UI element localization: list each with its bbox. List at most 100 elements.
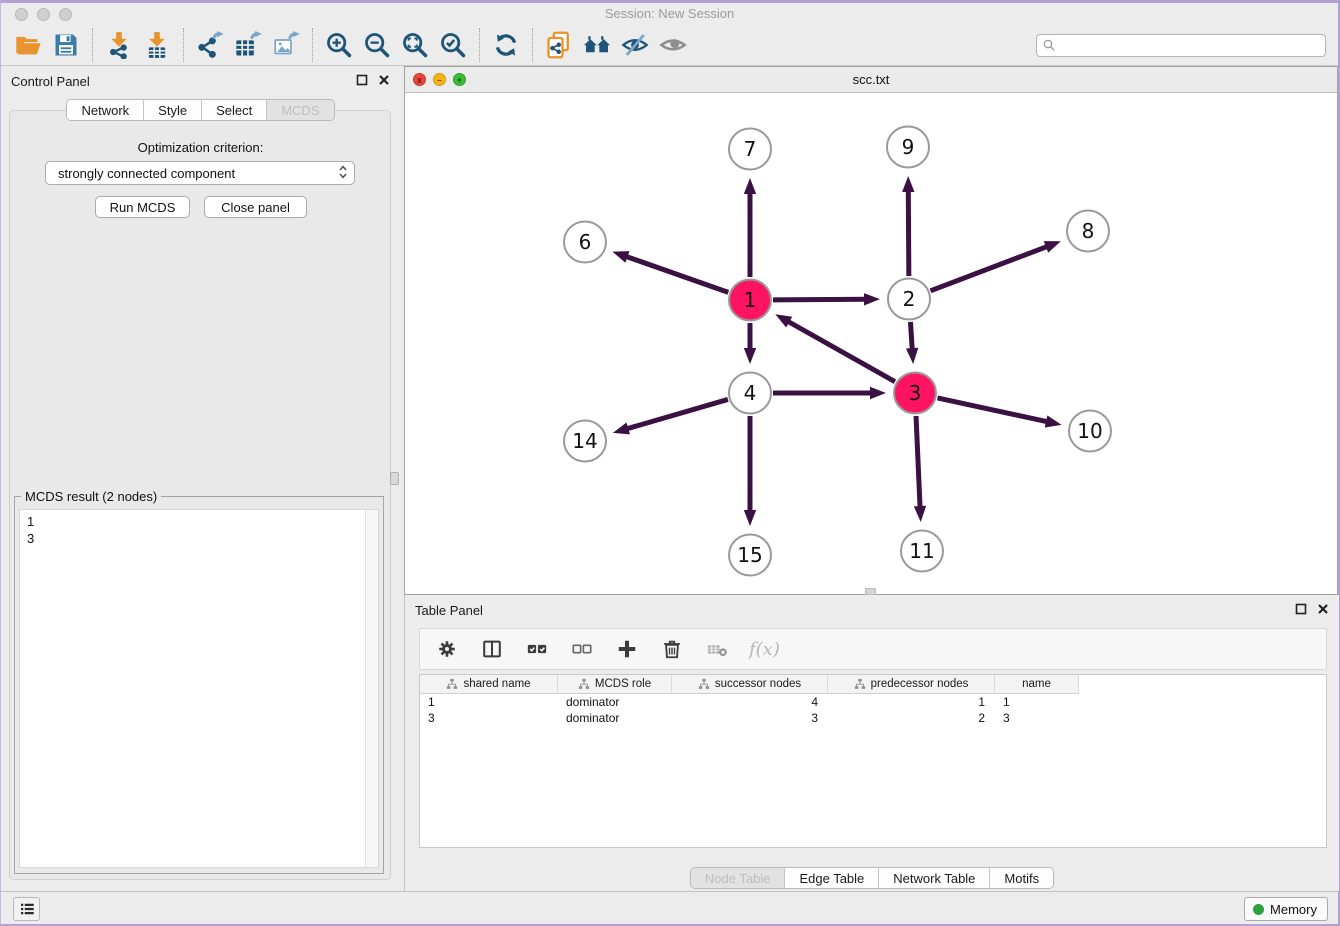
table-panel-title: Table Panel (415, 603, 483, 618)
graph-node-14[interactable]: 14 (564, 421, 606, 462)
tab-network-table[interactable]: Network Table (879, 868, 990, 888)
table-cell[interactable]: 4 (672, 694, 828, 710)
graph-edge-3-1[interactable] (775, 314, 895, 381)
result-scrollbar[interactable] (365, 510, 378, 867)
zoom-in-icon[interactable] (320, 29, 358, 61)
graph-node-6[interactable]: 6 (564, 222, 606, 263)
table-row[interactable]: 3dominator323 (420, 710, 1326, 726)
table-panel-header: Table Panel (405, 595, 1339, 623)
graph-edge-4-3[interactable] (773, 387, 886, 399)
open-file-icon[interactable] (9, 29, 47, 61)
close-panel-button[interactable]: Close panel (204, 196, 307, 218)
graph-node-7[interactable]: 7 (729, 129, 771, 170)
graph-edge-1-4[interactable] (744, 323, 756, 364)
table-cell[interactable]: 1 (995, 694, 1079, 710)
graph-node-8[interactable]: 8 (1067, 211, 1109, 252)
table-cell[interactable]: 2 (828, 710, 995, 726)
tab-select[interactable]: Select (202, 100, 267, 120)
import-network-icon[interactable] (100, 29, 138, 61)
graph-node-11[interactable]: 11 (901, 531, 943, 572)
export-table-icon[interactable] (229, 29, 267, 61)
splitter-grip[interactable] (390, 472, 399, 485)
mcds-result-group: MCDS result (2 nodes) 13 (14, 496, 384, 874)
graph-node-10[interactable]: 10 (1069, 411, 1111, 452)
home-icon[interactable] (578, 29, 616, 61)
float-table-panel-icon[interactable] (1295, 603, 1307, 615)
unselect-all-columns-icon[interactable] (569, 636, 595, 662)
memory-button[interactable]: Memory (1244, 897, 1328, 921)
table-cell[interactable]: dominator (558, 694, 672, 710)
search-box[interactable] (1036, 34, 1326, 57)
column-header-name[interactable]: name (995, 675, 1079, 694)
graph-edge-4-14[interactable] (613, 399, 728, 434)
column-header-predecessor-nodes[interactable]: predecessor nodes (828, 675, 995, 694)
export-image-icon[interactable] (267, 29, 305, 61)
graph-edge-1-2[interactable] (773, 293, 880, 305)
graph-node-15[interactable]: 15 (729, 535, 771, 576)
tab-mcds[interactable]: MCDS (267, 100, 333, 120)
table-cell[interactable]: 3 (672, 710, 828, 726)
graph-edge-3-10[interactable] (937, 398, 1061, 428)
application-window: Session: New Session Control Panel Netwo… (0, 0, 1340, 926)
graph-edge-1-7[interactable] (744, 178, 756, 277)
graph-node-3[interactable]: 3 (894, 373, 936, 414)
float-panel-icon[interactable] (356, 74, 368, 86)
hide-panel-icon[interactable] (616, 29, 654, 61)
graph-node-label: 15 (737, 543, 762, 567)
network-canvas[interactable]: 7 9 6 8 1 2 4 3 14 10 15 11 (405, 93, 1337, 594)
table-toolbar: f(x) (419, 628, 1327, 670)
graph-edge-2-9[interactable] (902, 176, 914, 276)
run-mcds-button[interactable]: Run MCDS (95, 196, 190, 218)
tab-style[interactable]: Style (144, 100, 202, 120)
column-header-MCDS-role[interactable]: MCDS role (558, 675, 672, 694)
graph-edge-2-3[interactable] (906, 322, 918, 364)
tab-motifs[interactable]: Motifs (990, 868, 1053, 888)
table-cell[interactable]: dominator (558, 710, 672, 726)
graph-edge-3-11[interactable] (914, 416, 926, 522)
zoom-fit-icon[interactable] (396, 29, 434, 61)
mcds-result-area: 13 (19, 509, 379, 868)
search-input[interactable] (1057, 36, 1325, 55)
table-panel: Table Panel f(x) shared nameMCDS rolesuc… (404, 595, 1339, 891)
zoom-selected-icon[interactable] (434, 29, 472, 61)
table-cell[interactable]: 1 (828, 694, 995, 710)
close-table-panel-icon[interactable] (1317, 603, 1329, 615)
toolbar-separator (312, 28, 313, 62)
table-cell[interactable]: 3 (995, 710, 1079, 726)
column-header-successor-nodes[interactable]: successor nodes (672, 675, 828, 694)
add-icon[interactable] (614, 636, 640, 662)
zoom-out-icon[interactable] (358, 29, 396, 61)
column-type-icon (854, 678, 866, 690)
table-cell[interactable]: 1 (420, 694, 558, 710)
tab-edge-table[interactable]: Edge Table (785, 868, 879, 888)
graph-node-4[interactable]: 4 (729, 373, 771, 414)
network-resize-grip[interactable] (865, 588, 876, 595)
network-window-titlebar[interactable]: x – + scc.txt (405, 67, 1337, 93)
select-all-columns-icon[interactable] (524, 636, 550, 662)
export-network-icon[interactable] (191, 29, 229, 61)
close-panel-icon[interactable] (378, 74, 390, 86)
duplicate-network-icon[interactable] (540, 29, 578, 61)
toolbar-separator (183, 28, 184, 62)
settings-icon[interactable] (434, 636, 460, 662)
task-history-button[interactable] (13, 897, 40, 921)
refresh-layout-icon[interactable] (487, 29, 525, 61)
columns-icon[interactable] (479, 636, 505, 662)
table-cell[interactable]: 3 (420, 710, 558, 726)
tab-node-table[interactable]: Node Table (691, 868, 786, 888)
save-session-icon[interactable] (47, 29, 85, 61)
delete-icon[interactable] (659, 636, 685, 662)
import-table-icon[interactable] (138, 29, 176, 61)
tab-network[interactable]: Network (67, 100, 144, 120)
graph-node-1[interactable]: 1 (729, 280, 771, 321)
show-eye-icon[interactable] (654, 29, 692, 61)
column-header-shared-name[interactable]: shared name (420, 675, 558, 694)
graph-node-2[interactable]: 2 (888, 279, 930, 320)
graph-edge-1-6[interactable] (612, 251, 728, 292)
criterion-select[interactable]: strongly connected component (45, 161, 355, 185)
control-panel-title: Control Panel (11, 74, 90, 89)
graph-edge-2-8[interactable] (931, 241, 1061, 291)
graph-node-9[interactable]: 9 (887, 127, 929, 168)
table-row[interactable]: 1dominator411 (420, 694, 1326, 710)
graph-edge-4-15[interactable] (744, 416, 756, 526)
